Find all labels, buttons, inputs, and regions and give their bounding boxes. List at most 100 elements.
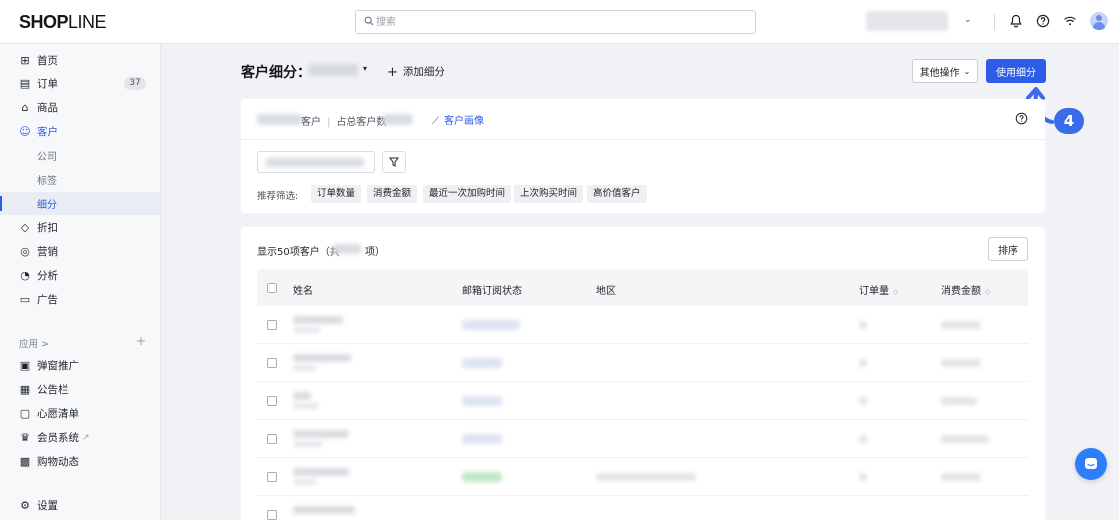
search-box[interactable] xyxy=(355,10,756,34)
chat-icon xyxy=(1085,458,1097,469)
table-row[interactable] xyxy=(257,420,1028,458)
filter-condition-text xyxy=(266,158,364,167)
discount-icon: ◇ xyxy=(20,221,30,234)
filter-chip-amount-spent[interactable]: 消费金额 xyxy=(367,185,418,203)
column-spent[interactable]: 消费金额 ◇ xyxy=(941,282,990,297)
page-title: 客户细分： xyxy=(241,65,311,81)
row-checkbox[interactable] xyxy=(267,472,277,482)
bell-icon[interactable] xyxy=(1008,13,1024,29)
filter-chip-last-add-to-cart[interactable]: 最近一次加购时间 xyxy=(423,185,512,203)
sidebar-item-announcement[interactable]: ▦ 公告栏 xyxy=(0,378,160,401)
sidebar-item-label: 设置 xyxy=(37,500,58,512)
subscription-status xyxy=(462,396,502,406)
table-row[interactable] xyxy=(257,306,1028,344)
separator: | xyxy=(327,117,331,128)
customer-email xyxy=(293,479,317,485)
use-segment-button[interactable]: 使用细分 xyxy=(986,59,1046,83)
recommended-filters-label: 推荐筛选: xyxy=(257,191,299,202)
select-all-checkbox[interactable] xyxy=(267,283,277,293)
sidebar-item-orders[interactable]: ▤ 订单 37 xyxy=(0,72,160,95)
sidebar-item-companies[interactable]: 公司 xyxy=(0,144,160,167)
total-customer-count xyxy=(333,244,361,254)
chat-support-button[interactable] xyxy=(1075,448,1107,480)
order-count-badge: 37 xyxy=(124,77,146,90)
logo-bold: SHOP xyxy=(19,12,69,32)
chevron-down-icon[interactable]: ⌄ xyxy=(964,15,972,25)
add-app-icon[interactable]: + xyxy=(136,334,146,348)
sidebar-item-marketing[interactable]: ◎ 营销 xyxy=(0,240,160,263)
sidebar-item-home[interactable]: ⊞ 首页 xyxy=(0,49,160,72)
customer-name xyxy=(293,354,351,362)
order-count xyxy=(859,397,867,405)
table-row[interactable] xyxy=(257,458,1028,496)
customer-persona-link[interactable]: ⟋ 客户画像 xyxy=(432,112,484,127)
avatar[interactable] xyxy=(1090,12,1108,30)
segment-filter-condition[interactable] xyxy=(257,151,375,173)
sidebar-item-label: 弹窗推广 xyxy=(37,360,79,372)
filter-chip-last-purchase[interactable]: 上次购买时间 xyxy=(514,185,584,203)
sidebar-item-label: 公告栏 xyxy=(37,384,69,396)
step-number-badge: 4 xyxy=(1054,108,1084,134)
amount-spent xyxy=(941,397,977,405)
sidebar-item-membership[interactable]: ♛ 会员系统 ↗ xyxy=(0,426,160,449)
sidebar-item-settings[interactable]: ⚙ 设置 xyxy=(0,494,160,517)
sidebar-item-popup[interactable]: ▣ 弹窗推广 xyxy=(0,354,160,377)
table-row[interactable] xyxy=(257,344,1028,382)
sidebar-item-label: 折扣 xyxy=(37,222,58,234)
store-switcher[interactable] xyxy=(866,11,948,31)
sidebar-item-discounts[interactable]: ◇ 折扣 xyxy=(0,216,160,239)
list-count-suffix: 项） xyxy=(365,247,385,258)
order-icon: ▤ xyxy=(19,77,31,90)
shopline-logo[interactable]: SHOPLINE xyxy=(19,12,107,33)
table-row[interactable] xyxy=(257,382,1028,420)
amount-spent xyxy=(941,359,981,367)
sidebar-item-label: 客户 xyxy=(37,126,58,138)
filter-chip-order-count[interactable]: 订单数量 xyxy=(311,185,362,203)
sidebar-item-shopping-feed[interactable]: ▩ 购物动态 xyxy=(0,450,160,473)
row-checkbox[interactable] xyxy=(267,434,277,444)
more-actions-button[interactable]: 其他操作 ⌄ xyxy=(912,59,978,83)
sidebar-item-label: 广告 xyxy=(37,294,58,306)
search-icon xyxy=(364,16,374,26)
apps-heading[interactable]: 应用 > xyxy=(19,336,49,350)
add-segment-button[interactable]: + 添加细分 xyxy=(387,64,445,80)
segment-summary-card: 客户 | 占总客户数 ⟋ 客户画像 推荐筛选: 订单数量 消费金额 最近一次加购时间 … xyxy=(241,99,1045,213)
help-icon[interactable] xyxy=(1035,13,1051,29)
caret-down-icon[interactable]: ▾ xyxy=(363,64,367,73)
column-orders[interactable]: 订单量 ◇ xyxy=(859,282,898,297)
sort-button[interactable]: 排序 xyxy=(988,237,1028,261)
sidebar-item-customers[interactable]: ☺ 客户 xyxy=(0,120,160,143)
external-link-icon: ↗ xyxy=(82,432,90,443)
filter-chip-high-value[interactable]: 高价值客户 xyxy=(587,185,647,203)
segment-name[interactable] xyxy=(308,64,358,76)
filter-button[interactable] xyxy=(382,151,406,173)
help-icon[interactable] xyxy=(1015,112,1028,125)
customer-icon: ☺ xyxy=(19,125,31,138)
more-actions-label: 其他操作 xyxy=(919,67,960,79)
sidebar-item-wishlist[interactable]: ▢ 心愿清单 xyxy=(0,402,160,425)
product-icon: ⌂ xyxy=(21,101,29,114)
row-checkbox[interactable] xyxy=(267,358,277,368)
order-count xyxy=(859,359,867,367)
announcement-icon: ▦ xyxy=(19,383,31,396)
sidebar-item-ads[interactable]: ▭ 广告 xyxy=(0,288,160,311)
table-row[interactable] xyxy=(257,496,1028,520)
sidebar-item-tags[interactable]: 标签 xyxy=(0,168,160,191)
column-name: 姓名 xyxy=(293,286,313,297)
sidebar-item-label: 购物动态 xyxy=(37,456,79,468)
sidebar-item-segments[interactable]: 细分 xyxy=(0,192,160,215)
row-checkbox[interactable] xyxy=(267,320,277,330)
search-input[interactable] xyxy=(376,13,746,31)
row-checkbox[interactable] xyxy=(267,396,277,406)
wishlist-icon: ▢ xyxy=(19,407,31,420)
order-count xyxy=(859,473,867,481)
sidebar-item-label: 首页 xyxy=(37,55,58,67)
wifi-icon[interactable] xyxy=(1062,13,1078,29)
row-checkbox[interactable] xyxy=(267,510,277,520)
amount-spent xyxy=(941,321,981,329)
spent-header-label: 消费金额 xyxy=(941,286,981,297)
persona-label: 客户画像 xyxy=(444,116,484,127)
logo-thin: LINE xyxy=(68,12,107,32)
sidebar-item-analytics[interactable]: ◔ 分析 xyxy=(0,264,160,287)
sidebar-item-products[interactable]: ⌂ 商品 xyxy=(0,96,160,119)
